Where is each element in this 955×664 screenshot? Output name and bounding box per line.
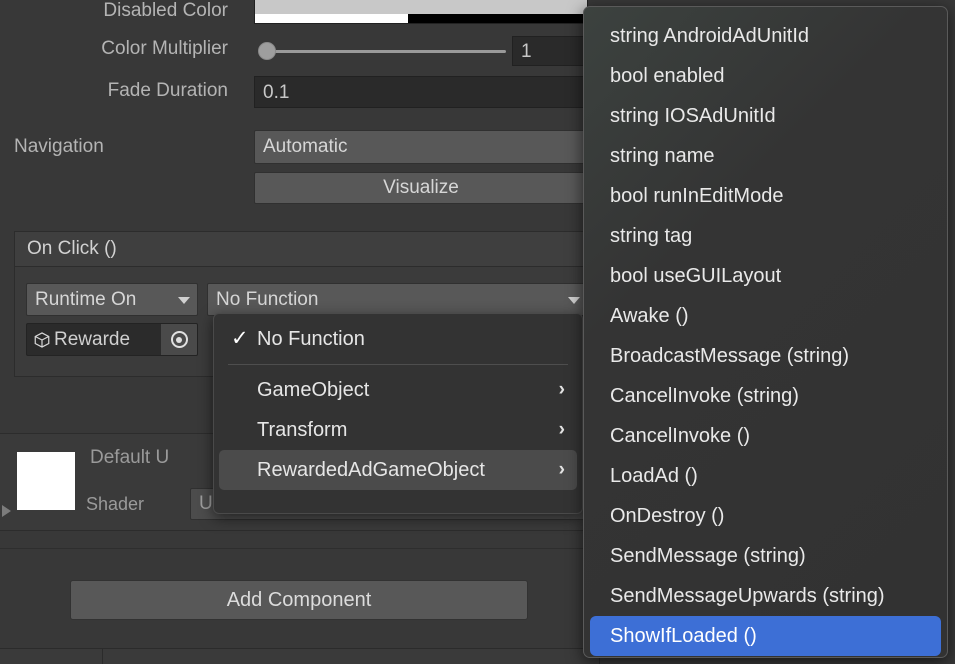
- menu-separator: [228, 364, 568, 365]
- material-name-label: Default U: [90, 447, 170, 468]
- submenu-item[interactable]: LoadAd (): [590, 456, 941, 496]
- submenu-item-label: BroadcastMessage (string): [610, 344, 849, 367]
- check-icon: ✓: [231, 327, 249, 350]
- member-submenu[interactable]: string AndroidAdUnitId bool enabled stri…: [583, 6, 948, 658]
- bottom-status-bar: [0, 648, 600, 664]
- color-multiplier-slider-knob[interactable]: [258, 42, 276, 60]
- fade-duration-label: Fade Duration: [107, 80, 228, 101]
- disabled-color-swatch[interactable]: [254, 0, 588, 24]
- target-object-name: Rewarde: [54, 328, 131, 350]
- submenu-item[interactable]: bool runInEditMode: [590, 176, 941, 216]
- bottom-cell-left: [0, 649, 103, 664]
- submenu-item[interactable]: string AndroidAdUnitId: [590, 16, 941, 56]
- submenu-item[interactable]: string tag: [590, 216, 941, 256]
- menu-item-label: RewardedAdGameObject: [257, 458, 485, 481]
- function-dropdown[interactable]: No Function: [207, 283, 588, 316]
- function-context-menu[interactable]: ✓ No Function GameObject › Transform › R…: [213, 313, 583, 514]
- submenu-item-label: Awake (): [610, 304, 689, 327]
- cube-icon: [34, 331, 50, 348]
- color-main-bar: [255, 0, 587, 14]
- submenu-item-label: LoadAd (): [610, 464, 698, 487]
- on-click-title: On Click (): [27, 238, 117, 259]
- material-swatch: [17, 452, 75, 510]
- submenu-item[interactable]: string IOSAdUnitId: [590, 96, 941, 136]
- chevron-right-icon: ›: [558, 459, 565, 480]
- function-dropdown-value: No Function: [216, 288, 319, 310]
- submenu-item[interactable]: CancelInvoke (string): [590, 376, 941, 416]
- target-object-field[interactable]: Rewarde: [26, 323, 198, 356]
- submenu-item-label: SendMessage (string): [610, 544, 806, 567]
- on-click-header: On Click (): [14, 231, 588, 267]
- shader-label: Shader: [86, 494, 145, 514]
- submenu-item-label: string name: [610, 144, 715, 167]
- menu-item-label: GameObject: [257, 378, 370, 401]
- color-multiplier-slider-track[interactable]: [262, 50, 506, 53]
- submenu-item-label: string tag: [610, 224, 693, 247]
- color-alpha-fill: [255, 14, 408, 23]
- submenu-item-label: string AndroidAdUnitId: [610, 24, 810, 47]
- submenu-item-label: OnDestroy (): [610, 504, 725, 527]
- fade-duration-value[interactable]: 0.1: [254, 76, 588, 108]
- unity-inspector-screen: Disabled Color Color Multiplier 1 Fade D…: [0, 0, 955, 664]
- chevron-right-icon: ›: [558, 419, 565, 440]
- navigation-dropdown[interactable]: Automatic: [254, 130, 588, 164]
- submenu-item-label: bool useGUILayout: [610, 264, 782, 287]
- chevron-down-icon: [568, 296, 580, 304]
- chevron-down-icon: [178, 296, 190, 304]
- submenu-item-label: string IOSAdUnitId: [610, 104, 776, 127]
- submenu-item[interactable]: OnDestroy (): [590, 496, 941, 536]
- submenu-item[interactable]: string name: [590, 136, 941, 176]
- navigation-value: Automatic: [263, 136, 348, 157]
- add-component-button[interactable]: Add Component: [70, 580, 528, 620]
- submenu-item-label: ShowIfLoaded (): [610, 624, 757, 647]
- submenu-item[interactable]: CancelInvoke (): [590, 416, 941, 456]
- divider: [0, 548, 600, 549]
- disabled-color-label: Disabled Color: [103, 0, 228, 21]
- visualize-label: Visualize: [383, 177, 459, 198]
- submenu-item-label: bool runInEditMode: [610, 184, 784, 207]
- add-component-label: Add Component: [226, 588, 372, 611]
- chevron-right-icon: ›: [558, 379, 565, 400]
- submenu-item-highlighted[interactable]: ShowIfLoaded (): [590, 616, 941, 656]
- submenu-item[interactable]: bool useGUILayout: [590, 256, 941, 296]
- object-picker-button[interactable]: [161, 324, 197, 355]
- color-alpha-bar: [255, 14, 587, 23]
- runtime-mode-dropdown[interactable]: Runtime On: [26, 283, 198, 316]
- shader-value: U: [199, 493, 213, 514]
- runtime-mode-value: Runtime On: [35, 288, 137, 310]
- menu-item-label: Transform: [257, 418, 348, 441]
- color-multiplier-label: Color Multiplier: [101, 38, 228, 59]
- menu-item-no-function[interactable]: ✓ No Function: [219, 319, 577, 359]
- menu-item-transform[interactable]: Transform ›: [219, 410, 577, 450]
- submenu-item-label: bool enabled: [610, 64, 725, 87]
- submenu-item[interactable]: SendMessageUpwards (string): [590, 576, 941, 616]
- submenu-item[interactable]: SendMessage (string): [590, 536, 941, 576]
- submenu-item[interactable]: BroadcastMessage (string): [590, 336, 941, 376]
- submenu-item[interactable]: bool enabled: [590, 56, 941, 96]
- menu-item-gameobject[interactable]: GameObject ›: [219, 370, 577, 410]
- menu-item-rewardedadgameobject[interactable]: RewardedAdGameObject ›: [219, 450, 577, 490]
- navigation-label: Navigation: [14, 136, 104, 157]
- submenu-item[interactable]: Awake (): [590, 296, 941, 336]
- submenu-item-label: SendMessageUpwards (string): [610, 584, 885, 607]
- color-multiplier-value[interactable]: 1: [512, 36, 588, 66]
- target-picker-icon: [170, 331, 188, 348]
- submenu-item-label: CancelInvoke (string): [610, 384, 799, 407]
- menu-item-label: No Function: [257, 327, 365, 350]
- visualize-button[interactable]: Visualize: [254, 172, 588, 204]
- foldout-arrow-icon[interactable]: [2, 505, 11, 517]
- submenu-item-label: CancelInvoke (): [610, 424, 751, 447]
- bottom-cell-right: [103, 649, 600, 664]
